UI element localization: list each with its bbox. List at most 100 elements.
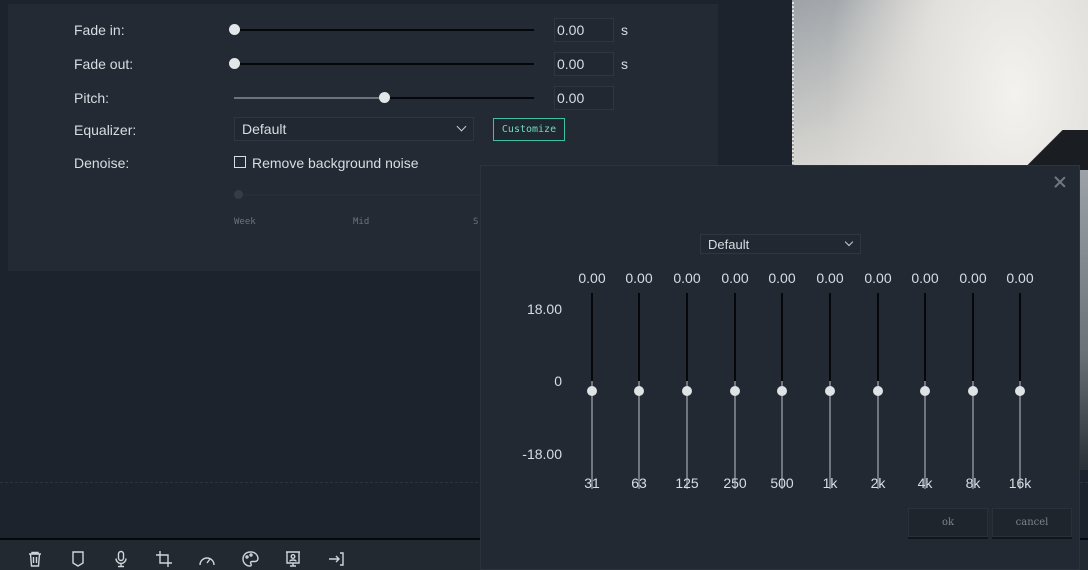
eq-band-thumb[interactable] <box>968 386 978 396</box>
equalizer-dialog: Default 18.00 0 -18.00 0.00 31 0.00 63 0.00 1… <box>480 165 1080 570</box>
customize-button[interactable]: Customize <box>493 118 565 141</box>
speed-button[interactable] <box>198 550 218 570</box>
eq-band-thumb[interactable] <box>682 386 692 396</box>
cancel-button[interactable]: cancel <box>992 508 1072 537</box>
eq-band-track-lower[interactable] <box>781 381 783 489</box>
eq-band-63: 0.00 63 <box>615 266 663 496</box>
denoise-mark-weak: Week <box>234 217 256 227</box>
eq-band-thumb[interactable] <box>1015 386 1025 396</box>
eq-band-track-lower[interactable] <box>686 381 688 489</box>
pitch-input[interactable]: 0.00 <box>554 86 614 110</box>
palette-icon <box>242 551 259 567</box>
pitch-slider[interactable] <box>234 92 534 103</box>
eq-band-frequency: 4k <box>917 475 933 491</box>
close-icon[interactable] <box>1053 175 1067 189</box>
color-button[interactable] <box>241 550 261 570</box>
eq-band-250: 0.00 250 <box>711 266 759 496</box>
eq-band-track-upper[interactable] <box>972 293 974 381</box>
fade-out-input[interactable]: 0.00 <box>554 52 614 76</box>
presentation-icon <box>286 551 300 567</box>
chevron-down-icon <box>456 121 467 132</box>
pitch-slider-thumb[interactable] <box>379 92 390 103</box>
eq-band-track-upper[interactable] <box>638 293 640 381</box>
fade-out-slider-thumb[interactable] <box>229 58 240 69</box>
eq-band-value: 0.00 <box>911 270 939 286</box>
eq-band-track-lower[interactable] <box>638 381 640 489</box>
eq-band-track-lower[interactable] <box>1019 381 1021 489</box>
fade-out-row: Fade out: 0.00 s <box>8 52 718 76</box>
microphone-icon <box>115 550 127 568</box>
denoise-level-slider[interactable] <box>234 190 484 199</box>
eq-band-frequency: 250 <box>723 475 747 491</box>
eq-band-value: 0.00 <box>625 270 653 286</box>
eq-preset-select[interactable]: Default <box>700 234 861 254</box>
eq-band-frequency: 16k <box>1008 475 1032 491</box>
fade-in-input[interactable]: 0.00 <box>554 18 614 42</box>
eq-band-thumb[interactable] <box>920 386 930 396</box>
eq-band-track-lower[interactable] <box>924 381 926 489</box>
marker-button[interactable] <box>69 550 89 570</box>
eq-band-value: 0.00 <box>673 270 701 286</box>
remove-noise-label[interactable]: Remove background noise <box>252 155 419 171</box>
eq-band-track-upper[interactable] <box>829 293 831 381</box>
remove-noise-checkbox[interactable] <box>234 156 246 168</box>
eq-band-track-upper[interactable] <box>924 293 926 381</box>
eq-scale-max: 18.00 <box>526 301 562 317</box>
equalizer-row: Equalizer: Default Customize <box>8 117 718 141</box>
ok-button[interactable]: ok <box>908 508 988 537</box>
crop-button[interactable] <box>155 550 175 570</box>
eq-band-frequency: 8k <box>965 475 981 491</box>
eq-band-track-upper[interactable] <box>686 293 688 381</box>
eq-preset-value: Default <box>708 237 750 252</box>
fade-out-unit: s <box>621 56 628 72</box>
eq-band-track-lower[interactable] <box>829 381 831 489</box>
delete-button[interactable] <box>26 550 46 570</box>
eq-band-track-upper[interactable] <box>877 293 879 381</box>
eq-band-value: 0.00 <box>816 270 844 286</box>
eq-band-track-upper[interactable] <box>591 293 593 381</box>
eq-band-thumb[interactable] <box>873 386 883 396</box>
eq-band-31: 0.00 31 <box>568 266 616 496</box>
eq-band-track-lower[interactable] <box>591 381 593 489</box>
eq-band-track-upper[interactable] <box>734 293 736 381</box>
denoise-level-thumb[interactable] <box>234 190 243 199</box>
equalizer-select[interactable]: Default <box>234 117 474 141</box>
trash-icon <box>29 551 41 567</box>
fade-in-slider-thumb[interactable] <box>229 24 240 35</box>
green-screen-button[interactable] <box>284 550 304 570</box>
eq-band-value: 0.00 <box>959 270 987 286</box>
eq-band-4k: 0.00 4k <box>901 266 949 496</box>
eq-scale-min: -18.00 <box>522 446 562 462</box>
eq-band-thumb[interactable] <box>777 386 787 396</box>
fade-in-slider[interactable] <box>229 24 534 35</box>
fade-in-label: Fade in: <box>74 22 125 38</box>
export-button[interactable] <box>327 550 347 570</box>
eq-band-track-upper[interactable] <box>781 293 783 381</box>
eq-band-thumb[interactable] <box>587 386 597 396</box>
fade-out-slider[interactable] <box>229 58 534 69</box>
eq-band-frequency: 500 <box>770 475 794 491</box>
eq-band-track-lower[interactable] <box>734 381 736 489</box>
eq-band-track-upper[interactable] <box>1019 293 1021 381</box>
chevron-down-icon <box>844 237 854 247</box>
eq-band-value: 0.00 <box>1006 270 1034 286</box>
eq-band-frequency: 125 <box>675 475 699 491</box>
denoise-label: Denoise: <box>74 155 130 171</box>
eq-band-thumb[interactable] <box>825 386 835 396</box>
eq-band-frequency: 31 <box>584 475 600 491</box>
denoise-mark-strong: S <box>473 217 479 227</box>
eq-band-2k: 0.00 2k <box>854 266 902 496</box>
preview-image-detail <box>1018 130 1088 170</box>
equalizer-selected-value: Default <box>242 121 287 137</box>
eq-band-8k: 0.00 8k <box>949 266 997 496</box>
eq-band-thumb[interactable] <box>634 386 644 396</box>
eq-band-track-lower[interactable] <box>877 381 879 489</box>
eq-band-500: 0.00 500 <box>758 266 806 496</box>
eq-band-thumb[interactable] <box>730 386 740 396</box>
speedometer-icon <box>199 557 215 566</box>
eq-band-value: 0.00 <box>864 270 892 286</box>
fade-in-row: Fade in: 0.00 s <box>8 18 718 42</box>
voiceover-button[interactable] <box>112 550 132 570</box>
eq-band-track-lower[interactable] <box>972 381 974 489</box>
fade-in-unit: s <box>621 22 628 38</box>
